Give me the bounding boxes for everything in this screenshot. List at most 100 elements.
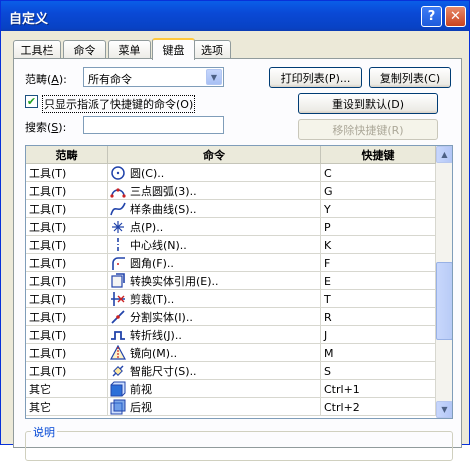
- table-header: 范畴 命令 快捷键: [26, 146, 436, 164]
- cell-command: 中心线(N)..: [108, 236, 321, 254]
- table-row[interactable]: 工具(T) 转换实体引用(E).. E: [26, 272, 436, 290]
- split-entities-icon: [111, 310, 125, 324]
- header-command[interactable]: 命令: [108, 146, 321, 164]
- cell-shortcut: K: [321, 236, 436, 254]
- three-point-arc-icon: [110, 188, 126, 198]
- tab-commands[interactable]: 命令: [63, 40, 106, 59]
- table-row[interactable]: 其它 前视 Ctrl+1: [26, 380, 436, 398]
- cell-category: 工具(T): [26, 362, 108, 380]
- category-label: 范畴(A):: [25, 73, 67, 86]
- cell-shortcut: Ctrl+1: [321, 380, 436, 398]
- command-label: 剪裁(T)..: [130, 293, 175, 306]
- cell-category: 工具(T): [26, 290, 108, 308]
- centerline-icon: [117, 238, 119, 252]
- table-row[interactable]: 工具(T) 点(P).. P: [26, 218, 436, 236]
- command-label: 前视: [130, 383, 152, 396]
- reset-default-button[interactable]: 重设到默认(D): [298, 93, 438, 114]
- header-category[interactable]: 范畴: [26, 146, 108, 164]
- scroll-thumb[interactable]: [436, 262, 452, 341]
- table-row[interactable]: 工具(T) 剪裁(T).. T: [26, 290, 436, 308]
- cell-command: 剪裁(T)..: [108, 290, 321, 308]
- cell-category: 其它: [26, 380, 108, 398]
- cell-shortcut: P: [321, 218, 436, 236]
- cell-category: 工具(T): [26, 200, 108, 218]
- shortcut-table: 范畴 命令 快捷键 工具(T) 圆(C).. C 工具(T) 三点圆弧(3)..…: [25, 145, 453, 419]
- show-assigned-only-label[interactable]: 只显示指派了快捷键的命令(O): [42, 95, 196, 113]
- front-view-icon: [110, 381, 126, 397]
- command-label: 后视: [130, 401, 152, 414]
- cell-command: 后视: [108, 398, 321, 416]
- category-select-value: 所有命令: [88, 73, 132, 86]
- cell-command: 转换实体引用(E)..: [108, 272, 321, 290]
- command-label: 圆(C)..: [130, 167, 165, 180]
- jog-line-icon: [111, 331, 125, 340]
- title-bar: 自定义 ? ✕: [1, 1, 469, 31]
- show-assigned-only-checkbox[interactable]: ✔: [25, 95, 38, 108]
- cell-command: 圆角(F)..: [108, 254, 321, 272]
- cell-shortcut: J: [321, 326, 436, 344]
- vertical-scrollbar[interactable]: ▲ ▼: [436, 146, 452, 418]
- tab-toolbars[interactable]: 工具栏: [13, 40, 61, 59]
- cell-category: 工具(T): [26, 218, 108, 236]
- cell-category: 工具(T): [26, 308, 108, 326]
- table-row[interactable]: 工具(T) 中心线(N).. K: [26, 236, 436, 254]
- table-row[interactable]: 工具(T) 圆角(F).. F: [26, 254, 436, 272]
- mirror-icon: [110, 345, 126, 360]
- table-row[interactable]: 工具(T) 镜向(M).. M: [26, 344, 436, 362]
- header-shortcut[interactable]: 快捷键: [321, 146, 436, 164]
- command-label: 分割实体(I)..: [130, 311, 193, 324]
- cell-command: 圆(C)..: [108, 164, 321, 182]
- category-select[interactable]: 所有命令 ▼: [83, 67, 224, 87]
- command-label: 智能尺寸(S)..: [130, 365, 197, 378]
- table-row[interactable]: 工具(T) 圆(C).. C: [26, 164, 436, 182]
- scroll-down-icon[interactable]: ▼: [436, 401, 452, 418]
- scroll-up-icon[interactable]: ▲: [436, 146, 452, 163]
- cell-command: 分割实体(I)..: [108, 308, 321, 326]
- convert-entities-icon: [111, 273, 125, 288]
- search-input[interactable]: [83, 116, 224, 134]
- cell-shortcut: C: [321, 164, 436, 182]
- smart-dimension-icon: [112, 365, 124, 377]
- cell-category: 工具(T): [26, 272, 108, 290]
- cell-category: 工具(T): [26, 254, 108, 272]
- cell-command: 样条曲线(S)..: [108, 200, 321, 218]
- cell-command: 转折线(J)..: [108, 326, 321, 344]
- help-button[interactable]: ?: [421, 6, 442, 27]
- fillet-icon: [112, 257, 125, 270]
- print-list-button[interactable]: 打印列表(P)...: [269, 67, 362, 88]
- description-group: [25, 431, 453, 461]
- close-button[interactable]: ✕: [445, 6, 466, 27]
- customize-dialog: 自定义 ? ✕ 工具栏 命令 菜单 键盘 选项 范畴(A): 所有命令 ▼ 打印…: [0, 0, 470, 461]
- tab-menus[interactable]: 菜单: [108, 40, 151, 59]
- cell-category: 工具(T): [26, 182, 108, 200]
- cell-shortcut: S: [321, 362, 436, 380]
- cell-command: 三点圆弧(3)..: [108, 182, 321, 200]
- command-label: 转折线(J)..: [130, 329, 182, 342]
- cell-shortcut: E: [321, 272, 436, 290]
- command-label: 三点圆弧(3)..: [130, 185, 197, 198]
- command-label: 圆角(F)..: [130, 257, 174, 270]
- cell-command: 前视: [108, 380, 321, 398]
- cell-category: 其它: [26, 398, 108, 416]
- table-row[interactable]: 工具(T) 样条曲线(S).. Y: [26, 200, 436, 218]
- cell-category: 工具(T): [26, 326, 108, 344]
- command-label: 镜向(M)..: [130, 347, 178, 360]
- chevron-down-icon[interactable]: ▼: [206, 69, 222, 85]
- cell-category: 工具(T): [26, 344, 108, 362]
- point-icon: [112, 221, 124, 233]
- cell-shortcut: Ctrl+2: [321, 398, 436, 416]
- command-label: 点(P)..: [130, 221, 164, 234]
- table-row[interactable]: 其它 后视 Ctrl+2: [26, 398, 436, 416]
- spline-icon: [110, 202, 126, 216]
- table-row[interactable]: 工具(T) 智能尺寸(S).. S: [26, 362, 436, 380]
- table-row[interactable]: 工具(T) 分割实体(I).. R: [26, 308, 436, 326]
- description-label: 说明: [31, 424, 57, 440]
- command-label: 中心线(N)..: [130, 239, 187, 252]
- window-title: 自定义: [9, 12, 49, 27]
- copy-list-button[interactable]: 复制列表(C): [369, 67, 451, 88]
- remove-shortcut-button[interactable]: 移除快捷键(R): [298, 119, 438, 140]
- table-row[interactable]: 工具(T) 三点圆弧(3).. G: [26, 182, 436, 200]
- tab-keyboard[interactable]: 键盘: [152, 38, 195, 60]
- table-row[interactable]: 工具(T) 转折线(J).. J: [26, 326, 436, 344]
- tab-options[interactable]: 选项: [193, 40, 231, 59]
